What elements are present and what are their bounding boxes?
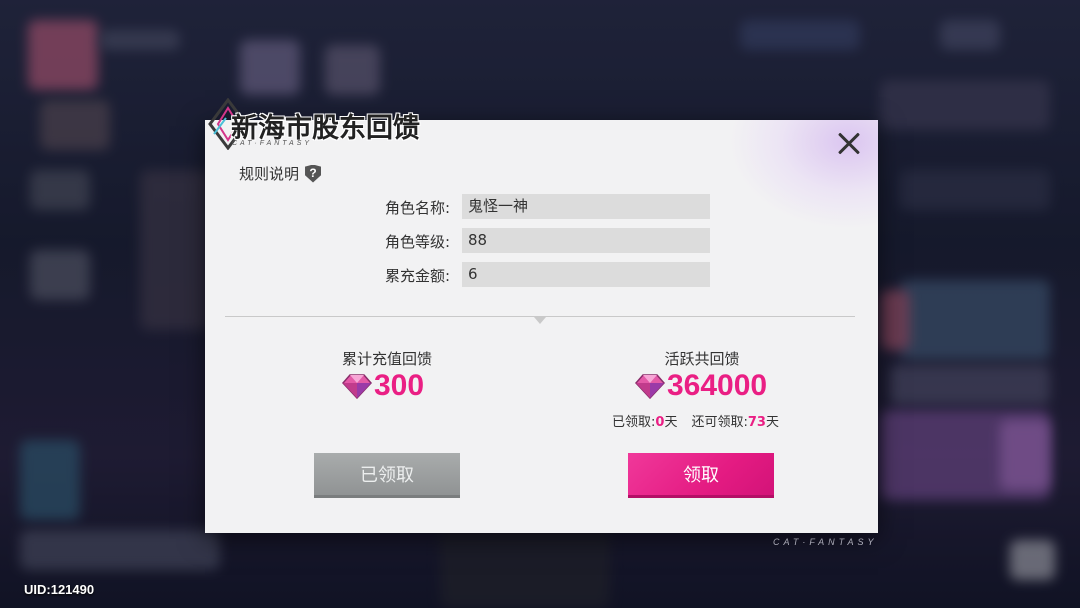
role-name-label: 角色名称: [384, 199, 450, 217]
claimed-button[interactable]: 已领取 [314, 453, 460, 498]
brand-watermark: CAT·FANTASY [773, 537, 878, 547]
cumulative-reward-title: 累计充值回馈 [341, 350, 432, 368]
role-name-field: 鬼怪一神 [462, 194, 710, 219]
remaining-days: 还可领取:73天 [691, 415, 779, 430]
recharge-amount-field: 6 [462, 262, 710, 287]
cumulative-amount-value: 300 [374, 369, 425, 402]
rules-label: 规则说明 [239, 165, 300, 183]
role-level-field: 88 [462, 228, 710, 253]
rules-link[interactable]: 规则说明 ? [239, 163, 322, 184]
activity-amount-value: 364000 [667, 369, 768, 402]
close-icon[interactable] [834, 130, 864, 158]
dialog-brand-sub: CAT·FANTASY [232, 140, 313, 147]
claim-button[interactable]: 领取 [628, 453, 774, 498]
divider-notch [534, 317, 546, 324]
role-level-label: 角色等级: [384, 233, 450, 251]
cumulative-reward-amount: 300 [342, 369, 424, 403]
gem-icon [635, 374, 665, 399]
recharge-amount-label: 累充金额: [384, 267, 450, 285]
claimed-days: 已领取:0天 [612, 415, 678, 430]
activity-reward-amount: 364000 [635, 369, 767, 403]
uid-label: UID:121490 [24, 582, 95, 597]
dialog-title-group: 新海市股东回馈 CAT·FANTASY [206, 96, 466, 156]
claim-progress: 已领取:0天 还可领取:73天 [612, 411, 779, 430]
help-icon: ? [305, 164, 322, 183]
activity-reward-title: 活跃共回馈 [664, 350, 740, 368]
gem-icon [342, 374, 372, 399]
